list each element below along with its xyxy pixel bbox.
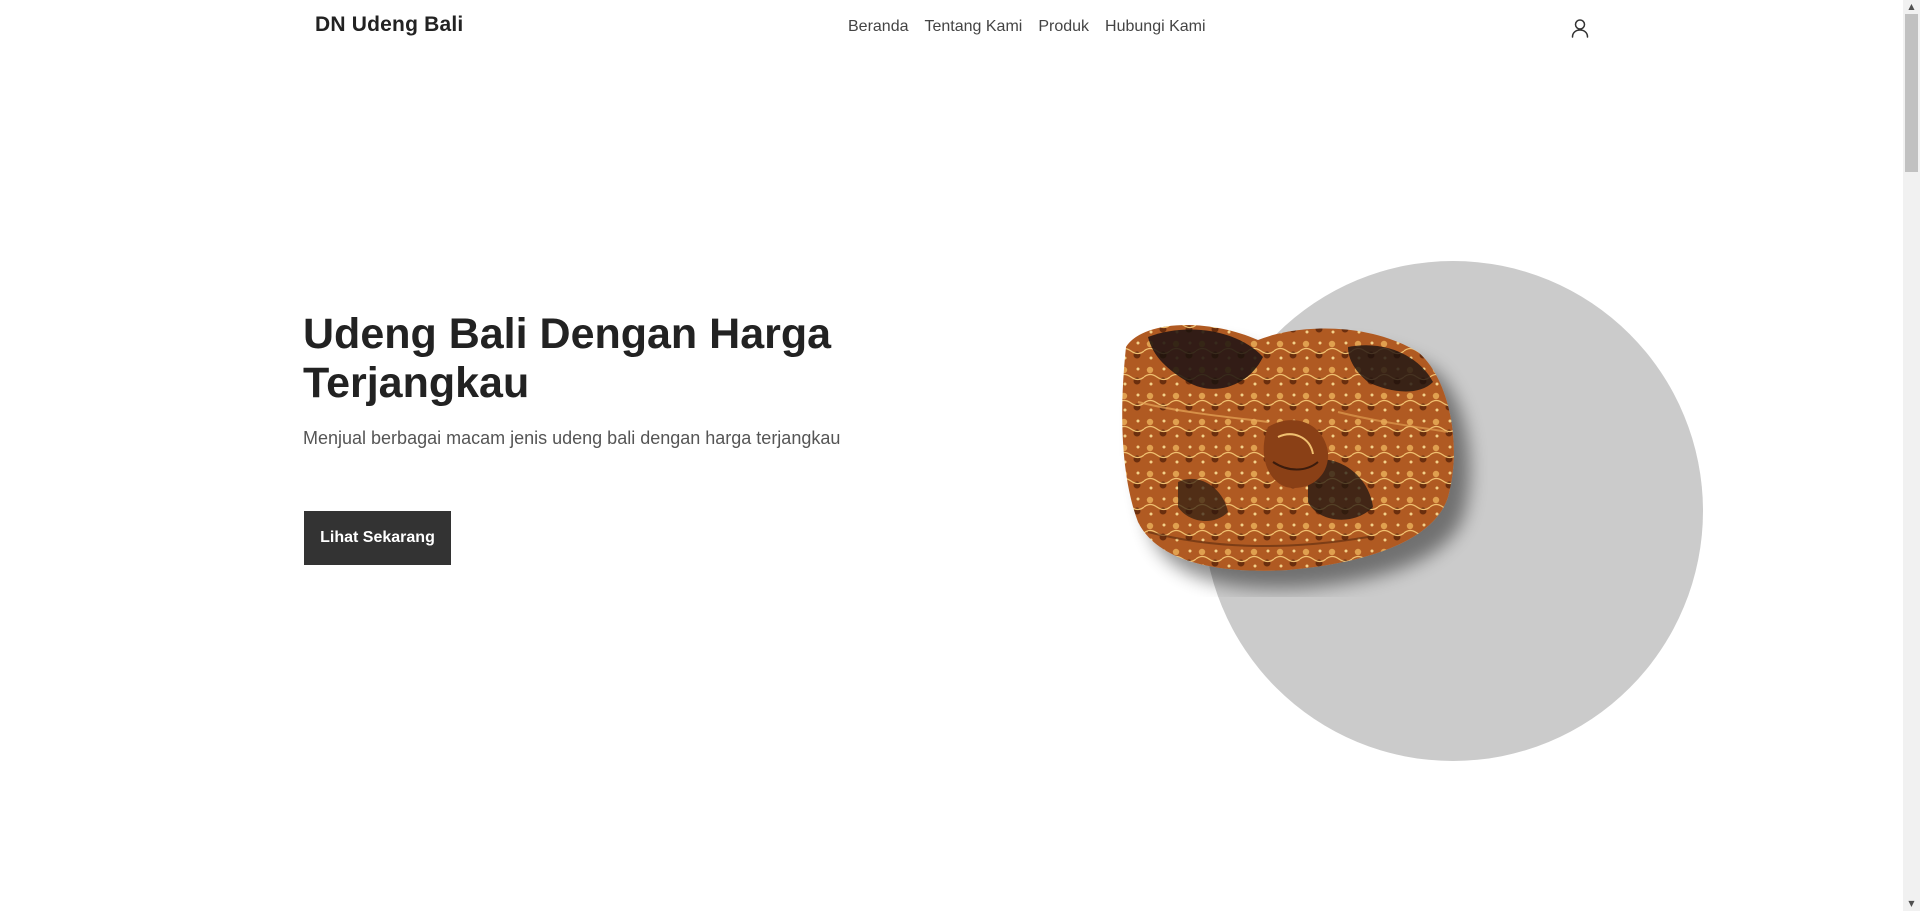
vertical-scrollbar[interactable]: ▲ ▼ [1903, 0, 1920, 911]
nav-link-tentang-kami[interactable]: Tentang Kami [925, 18, 1023, 36]
scroll-up-arrow-icon[interactable]: ▲ [1903, 0, 1920, 14]
main-nav: Beranda Tentang Kami Produk Hubungi Kami [848, 18, 1206, 36]
nav-link-hubungi-kami[interactable]: Hubungi Kami [1105, 18, 1206, 36]
nav-link-beranda[interactable]: Beranda [848, 18, 909, 36]
page: DN Udeng Bali Beranda Tentang Kami Produ… [0, 0, 1920, 911]
lihat-sekarang-button[interactable]: Lihat Sekarang [304, 511, 451, 565]
brand-logo[interactable]: DN Udeng Bali [315, 13, 463, 37]
navbar: DN Udeng Bali Beranda Tentang Kami Produ… [0, 0, 1903, 56]
scroll-down-arrow-icon[interactable]: ▼ [1903, 897, 1920, 911]
user-icon[interactable] [1569, 17, 1591, 39]
product-image [1118, 312, 1488, 597]
nav-link-produk[interactable]: Produk [1038, 18, 1089, 36]
scrollbar-thumb[interactable] [1905, 14, 1918, 172]
hero-subtitle: Menjual berbagai macam jenis udeng bali … [303, 428, 841, 448]
hero-title: Udeng Bali Dengan Harga Terjangkau [303, 310, 832, 407]
